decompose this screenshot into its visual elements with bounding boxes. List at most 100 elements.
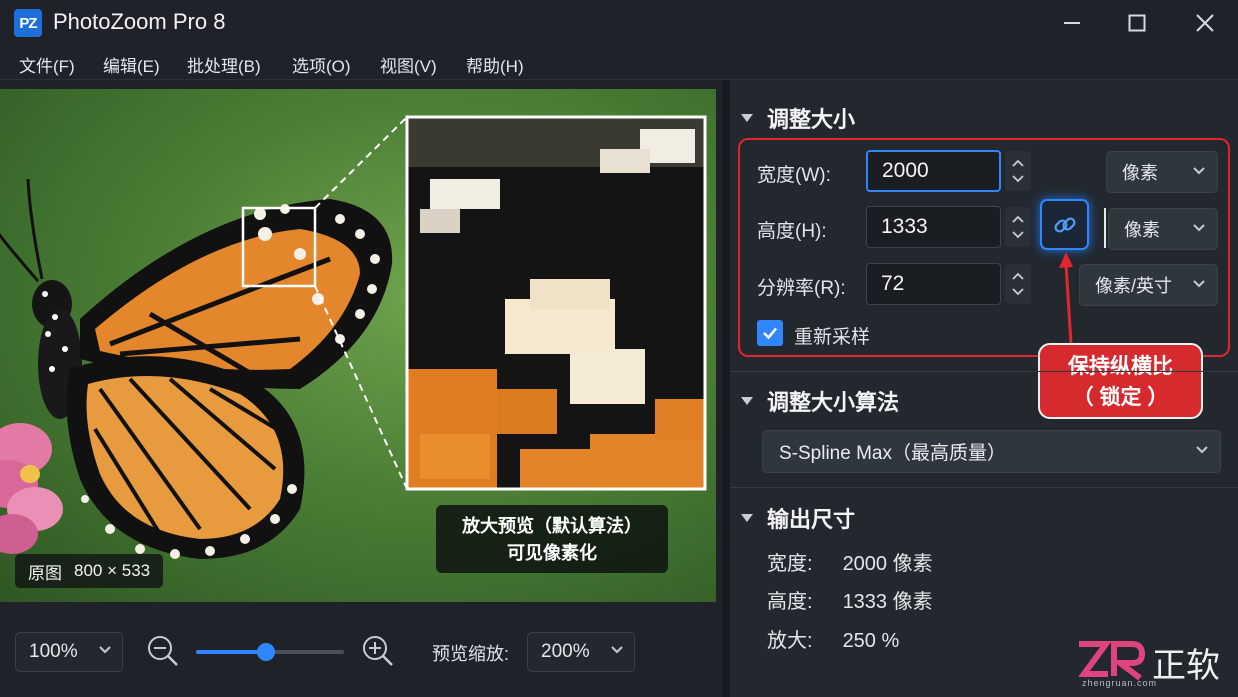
zoom-slider[interactable] <box>196 643 344 661</box>
height-label: 高度(H): <box>757 221 827 242</box>
output-height-value: 1333 像素 <box>842 591 933 613</box>
expand-triangle-icon <box>741 397 753 405</box>
resolution-unit-select[interactable]: 像素/英寸 <box>1079 264 1218 306</box>
minimize-button[interactable] <box>1052 8 1092 38</box>
resize-title: 调整大小 <box>767 107 856 132</box>
chevron-down-icon <box>1196 446 1208 454</box>
zoom-slider-handle[interactable] <box>256 643 275 661</box>
callout-line-1: 保持纵横比 <box>1068 355 1173 378</box>
zr-logo-icon <box>1078 641 1146 681</box>
output-title: 输出尺寸 <box>767 507 856 532</box>
zoom-out-icon[interactable] <box>146 634 180 668</box>
app-icon: PZ <box>14 9 42 37</box>
output-height-row: 高度: 1333 像素 <box>767 585 933 614</box>
output-scale-row: 放大: 250 % <box>767 624 899 653</box>
chevron-up-icon <box>1012 159 1024 167</box>
preview-caption: 放大预览（默认算法） 可见像素化 <box>436 505 668 573</box>
output-width-label: 宽度: <box>767 553 813 575</box>
width-input[interactable]: 2000 <box>866 150 1001 192</box>
maximize-button[interactable] <box>1117 8 1157 38</box>
zoom-value: 100% <box>29 641 78 662</box>
menu-view[interactable]: 视图(V) <box>380 52 437 77</box>
chevron-down-icon <box>1193 167 1205 175</box>
caption-line-1: 放大预览（默认算法） <box>462 516 642 536</box>
link-icon <box>1053 216 1076 233</box>
chevron-up-icon <box>1012 272 1024 280</box>
resample-label[interactable]: 重新采样 <box>794 322 870 349</box>
height-unit-select[interactable]: 像素 <box>1108 208 1218 250</box>
width-spinner[interactable] <box>1005 151 1031 191</box>
callout-line-2: （ 锁定 ） <box>1072 386 1169 409</box>
chevron-down-icon <box>611 646 623 654</box>
width-unit: 像素 <box>1122 163 1158 183</box>
unit-separator <box>1104 208 1106 248</box>
algorithm-title: 调整大小算法 <box>767 390 900 415</box>
resolution-input[interactable]: 72 <box>866 263 1001 305</box>
title-bar: PZ PhotoZoom Pro 8 <box>0 0 1238 44</box>
watermark-site: zhengruan.com <box>1082 678 1158 688</box>
menu-help[interactable]: 帮助(H) <box>466 52 524 77</box>
app-title: PhotoZoom Pro 8 <box>53 9 226 34</box>
output-section-header[interactable]: 输出尺寸 <box>741 502 855 534</box>
zoom-slider-fill <box>196 650 266 654</box>
expand-triangle-icon <box>741 514 753 522</box>
watermark-logo: 正软 zhengruan.com <box>1076 638 1232 688</box>
width-label: 宽度(W): <box>757 165 831 186</box>
resolution-label: 分辨率(R): <box>757 278 846 299</box>
minimize-icon <box>1064 22 1080 24</box>
zoom-select[interactable]: 100% <box>15 632 123 672</box>
aspect-lock-button[interactable] <box>1040 199 1089 250</box>
watermark-brand: 正软 <box>1152 646 1220 686</box>
menu-edit[interactable]: 编辑(E) <box>103 52 160 77</box>
height-unit: 像素 <box>1124 220 1160 240</box>
original-size: 800 × 533 <box>74 561 151 580</box>
preview-zoom-select[interactable]: 200% <box>527 632 635 672</box>
output-scale-label: 放大: <box>767 630 813 652</box>
menu-options[interactable]: 选项(O) <box>292 52 351 77</box>
magnified-inset <box>405 115 707 491</box>
chevron-up-icon <box>1012 215 1024 223</box>
flower-illustration <box>0 423 63 554</box>
panel-divider[interactable] <box>722 80 730 697</box>
resize-section-header[interactable]: 调整大小 <box>741 102 855 134</box>
output-height-label: 高度: <box>767 591 813 613</box>
resolution-value: 72 <box>881 272 905 295</box>
chevron-down-icon <box>1012 288 1024 296</box>
height-spinner[interactable] <box>1005 207 1031 247</box>
menu-batch[interactable]: 批处理(B) <box>187 52 261 77</box>
height-value: 1333 <box>881 215 928 238</box>
original-label: 原图 <box>28 563 62 583</box>
algorithm-section-header[interactable]: 调整大小算法 <box>741 385 899 417</box>
output-scale-value: 250 % <box>842 630 900 652</box>
close-button[interactable] <box>1185 8 1225 38</box>
caption-line-2: 可见像素化 <box>507 543 597 563</box>
chevron-down-icon <box>1193 280 1205 288</box>
preview-zoom-label: 预览缩放: <box>432 644 510 664</box>
expand-triangle-icon <box>741 114 753 122</box>
chevron-down-icon <box>1012 175 1024 183</box>
width-value: 2000 <box>882 159 929 182</box>
zoom-in-icon[interactable] <box>361 634 395 668</box>
original-size-badge: 原图 800 × 533 <box>15 554 164 588</box>
aspect-ratio-callout: 保持纵横比 （ 锁定 ） <box>1038 343 1203 419</box>
section-divider <box>730 487 1238 488</box>
menu-bar: 文件(F) 编辑(E) 批处理(B) 选项(O) 视图(V) 帮助(H) <box>0 44 1238 80</box>
chevron-down-icon <box>1193 224 1205 232</box>
preview-zoom-value: 200% <box>541 641 590 662</box>
preview-canvas[interactable]: 原图 800 × 533 放大预览（默认算法） 可见像素化 <box>0 89 716 602</box>
output-width-value: 2000 像素 <box>842 553 933 575</box>
callout-arrow <box>1059 252 1073 345</box>
output-width-row: 宽度: 2000 像素 <box>767 547 933 576</box>
check-icon <box>763 327 777 340</box>
resample-checkbox[interactable] <box>757 320 783 346</box>
height-input[interactable]: 1333 <box>866 206 1001 248</box>
resolution-spinner[interactable] <box>1005 264 1031 304</box>
algorithm-select[interactable]: S-Spline Max（最高质量） <box>762 430 1221 473</box>
menu-file[interactable]: 文件(F) <box>19 52 75 77</box>
width-unit-select[interactable]: 像素 <box>1106 151 1218 193</box>
section-divider <box>730 371 1238 372</box>
chevron-down-icon <box>99 646 111 654</box>
chevron-down-icon <box>1012 231 1024 239</box>
algorithm-value: S-Spline Max（最高质量） <box>779 443 1006 464</box>
resolution-unit: 像素/英寸 <box>1095 276 1173 296</box>
